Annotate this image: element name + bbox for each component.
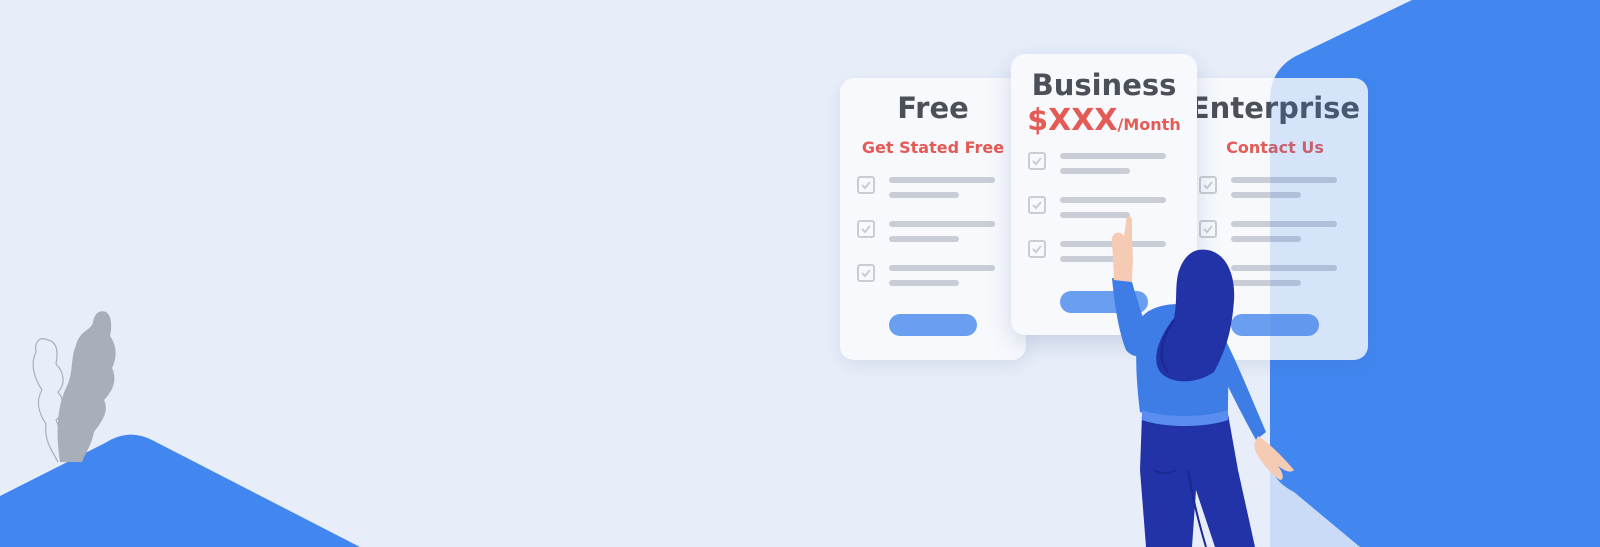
- placeholder-line: [1060, 153, 1166, 159]
- card-title-free: Free: [897, 91, 969, 125]
- feature-item: [1199, 176, 1354, 220]
- pricing-card-business: Business $XXX/Month: [1011, 54, 1197, 335]
- feature-item: [1028, 152, 1183, 196]
- checkbox-checked-icon: [857, 220, 875, 238]
- pricing-card-enterprise: Enterprise Contact Us: [1182, 78, 1368, 360]
- feature-item: [1199, 220, 1354, 264]
- price-amount: $XXX: [1027, 103, 1118, 138]
- checkbox-checked-icon: [857, 176, 875, 194]
- cta-button-business[interactable]: [1060, 291, 1148, 313]
- placeholder-line: [1060, 212, 1130, 218]
- cta-button-enterprise[interactable]: [1231, 314, 1319, 336]
- feature-item: [857, 220, 1012, 264]
- placeholder-line: [889, 265, 995, 271]
- placeholder-line: [1060, 197, 1166, 203]
- placeholder-line: [1231, 221, 1337, 227]
- placeholder-line: [889, 236, 959, 242]
- placeholder-line: [889, 280, 959, 286]
- plant-illustration: [32, 311, 116, 463]
- placeholder-line: [1060, 241, 1166, 247]
- feature-list: [1199, 176, 1354, 308]
- placeholder-line: [1060, 256, 1130, 262]
- price-label: $XXX/Month: [1011, 103, 1197, 138]
- placeholder-line: [1060, 168, 1130, 174]
- placeholder-line: [889, 192, 959, 198]
- placeholder-line: [1231, 177, 1337, 183]
- feature-item: [1028, 196, 1183, 240]
- hero-illustration: Free Get Stated Free Enterprise Contact: [0, 0, 1600, 547]
- checkbox-checked-icon: [1028, 240, 1046, 258]
- feature-list: [1028, 152, 1183, 284]
- checkbox-checked-icon: [1028, 152, 1046, 170]
- checkbox-checked-icon: [857, 264, 875, 282]
- card-title-business: Business: [1031, 68, 1177, 102]
- price-period: /Month: [1117, 115, 1181, 134]
- feature-item: [857, 264, 1012, 308]
- placeholder-line: [889, 177, 995, 183]
- checkbox-checked-icon: [1199, 176, 1217, 194]
- card-subtitle-free: Get Stated Free: [861, 138, 1005, 157]
- pricing-card-free: Free Get Stated Free: [840, 78, 1026, 360]
- left-hill-shape: [0, 434, 360, 547]
- placeholder-line: [889, 221, 995, 227]
- placeholder-line: [1231, 280, 1301, 286]
- feature-item: [1028, 240, 1183, 284]
- checkbox-checked-icon: [1199, 220, 1217, 238]
- card-title-enterprise: Enterprise: [1189, 91, 1361, 125]
- checkbox-checked-icon: [1199, 264, 1217, 282]
- card-subtitle-enterprise: Contact Us: [1226, 138, 1324, 157]
- placeholder-line: [1231, 236, 1301, 242]
- placeholder-line: [1231, 265, 1337, 271]
- checkbox-checked-icon: [1028, 196, 1046, 214]
- cta-button-free[interactable]: [889, 314, 977, 336]
- feature-item: [857, 176, 1012, 220]
- feature-item: [1199, 264, 1354, 308]
- feature-list: [857, 176, 1012, 308]
- placeholder-line: [1231, 192, 1301, 198]
